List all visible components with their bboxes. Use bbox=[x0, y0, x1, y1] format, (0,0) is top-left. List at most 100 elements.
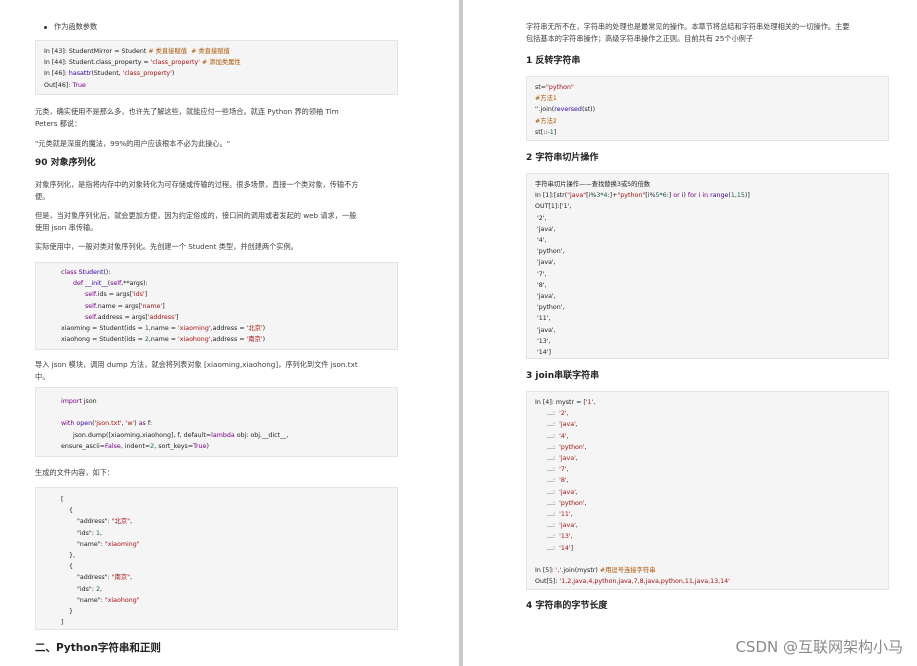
code-token: ''.join( bbox=[535, 106, 555, 114]
code-token: ...: bbox=[535, 421, 560, 429]
code-token: xiaohong = Student(ids = bbox=[61, 336, 145, 344]
code-line: '14'] bbox=[535, 347, 551, 358]
code-token: "xiaohong" bbox=[104, 596, 140, 604]
code-token: 'xiaohong' bbox=[178, 336, 211, 344]
code-token: "address": bbox=[61, 574, 112, 582]
code-token: ...: bbox=[535, 499, 560, 507]
code-line: "ids": 1, bbox=[61, 528, 102, 539]
watermark: CSDN @互联网架构小马 bbox=[735, 638, 903, 656]
code-token: "name": bbox=[61, 540, 105, 548]
code-token: , bbox=[566, 432, 569, 440]
code-token: (st)) bbox=[581, 106, 596, 114]
code-token: ,address = bbox=[210, 336, 247, 344]
code-token: .ids = args[ bbox=[95, 291, 133, 299]
code-line: ...: 'java', bbox=[535, 520, 578, 531]
code-token: ) bbox=[171, 70, 175, 78]
code-token: , bbox=[593, 399, 596, 406]
code-token: , bbox=[575, 522, 578, 530]
code-line: '13', bbox=[535, 336, 550, 347]
code-token: ] bbox=[144, 291, 148, 299]
code-token: 'python', bbox=[535, 248, 565, 256]
code-token: '14' bbox=[559, 544, 571, 552]
code-token: , bbox=[566, 410, 569, 418]
code-token: '2', bbox=[535, 214, 547, 222]
code-token: 字符串切片操作——查找替换3或5的倍数 bbox=[535, 181, 651, 188]
code-line: OUT[1]:['1', bbox=[535, 201, 571, 212]
code-token: , indent= bbox=[120, 442, 151, 450]
code-token: '11', bbox=[535, 315, 551, 323]
code-line: ...: 'python', bbox=[535, 498, 587, 509]
code-token: 'class_property' bbox=[122, 70, 172, 78]
code-token: Out[5]: bbox=[535, 578, 560, 586]
code-token: import bbox=[61, 398, 84, 405]
code-token: # 类直接赋值 # 类直接赋值 bbox=[148, 48, 230, 55]
code-token: .address = args[ bbox=[95, 313, 148, 321]
code-line: ...: '13', bbox=[535, 531, 573, 542]
code-token: "xiaoming" bbox=[104, 540, 140, 548]
code-line: 字符串切片操作——查找替换3或5的倍数 bbox=[535, 179, 650, 190]
code-block-json-dump: import json with open('json.txt', 'w') as… bbox=[35, 387, 398, 457]
code-line: "name": "xiaoming" bbox=[61, 539, 140, 550]
code-token: { bbox=[61, 563, 74, 571]
code-block-student-class: class Student(): def __init__(self,**arg… bbox=[35, 262, 398, 350]
code-token: as bbox=[138, 420, 148, 428]
code-token: for bbox=[687, 192, 699, 200]
code-line: 'java', bbox=[535, 325, 556, 336]
code-line: self.ids = args['ids'] bbox=[61, 289, 147, 300]
code-token: [i% bbox=[586, 192, 597, 200]
code-line: { bbox=[61, 505, 73, 516]
code-line: class Student(): bbox=[61, 267, 110, 278]
code-token: '13' bbox=[559, 533, 571, 541]
code-token: ,name = bbox=[148, 325, 179, 332]
code-token: '4' bbox=[559, 432, 567, 440]
code-token: ...: bbox=[535, 511, 560, 518]
bullet-dot bbox=[44, 26, 47, 29]
code-token: ) bbox=[262, 336, 266, 344]
code-token: "南京" bbox=[111, 574, 131, 582]
paragraph-serialization-2: 但是，当对象序列化后，就会更加方便，因为约定俗成的，接口间的调用或者发起的 we… bbox=[35, 211, 357, 232]
code-token: "name": bbox=[61, 596, 105, 604]
code-token: ...: bbox=[535, 410, 560, 418]
left-page: 作为函数参数 In [43]: StudentMirror = Student … bbox=[0, 0, 459, 666]
code-token: , bbox=[584, 499, 587, 507]
code-block-json-output: [ { "address": "北京", "ids": 1, "name": "… bbox=[35, 487, 398, 630]
code-token: ] bbox=[553, 128, 557, 136]
section-heading-strings-regex: 二、Python字符串和正则 bbox=[35, 642, 161, 654]
code-line: st="python" bbox=[535, 82, 574, 93]
code-token: ,address = bbox=[210, 325, 247, 332]
code-token: "python" bbox=[546, 84, 574, 91]
code-token: OUT[1]:['1', bbox=[535, 203, 572, 211]
code-line: self.address = args['address'] bbox=[61, 312, 178, 323]
code-line: ...: 'python', bbox=[535, 442, 587, 453]
code-token: def bbox=[73, 280, 86, 288]
code-line: In [43]: StudentMirror = Student # 类直接赋值… bbox=[44, 46, 230, 57]
code-token: json.dump([xiaoming,xiaohong], f, defaul… bbox=[61, 431, 212, 439]
code-line: ] bbox=[61, 617, 63, 628]
code-token: '北京' bbox=[246, 325, 263, 332]
code-line: ...: '4', bbox=[535, 431, 569, 442]
code-token: { bbox=[61, 507, 74, 515]
code-line: '2', bbox=[535, 213, 546, 224]
code-line: import json bbox=[61, 396, 97, 407]
code-token: '8', bbox=[535, 281, 547, 289]
code-token: [ bbox=[61, 496, 64, 503]
code-line: "address": "南京", bbox=[61, 572, 132, 583]
code-line: In [46]: hasattr(Student, 'class_propert… bbox=[44, 68, 174, 79]
code-token: self bbox=[85, 291, 96, 299]
code-line: with open('json.txt', 'w') as f: bbox=[61, 418, 152, 429]
code-line: ...: 'java', bbox=[535, 487, 578, 498]
code-token: '13', bbox=[535, 337, 551, 345]
code-token: ] bbox=[162, 302, 165, 310]
code-token: 'ids' bbox=[132, 291, 145, 299]
code-line: '4', bbox=[535, 235, 546, 246]
code-token: '4', bbox=[535, 237, 547, 244]
code-line: '7', bbox=[535, 269, 546, 280]
code-line: } bbox=[61, 606, 73, 617]
code-token: True bbox=[193, 442, 207, 450]
code-line: 'java', bbox=[535, 291, 556, 302]
code-token: , bbox=[130, 518, 133, 526]
code-token: '7' bbox=[559, 466, 567, 474]
